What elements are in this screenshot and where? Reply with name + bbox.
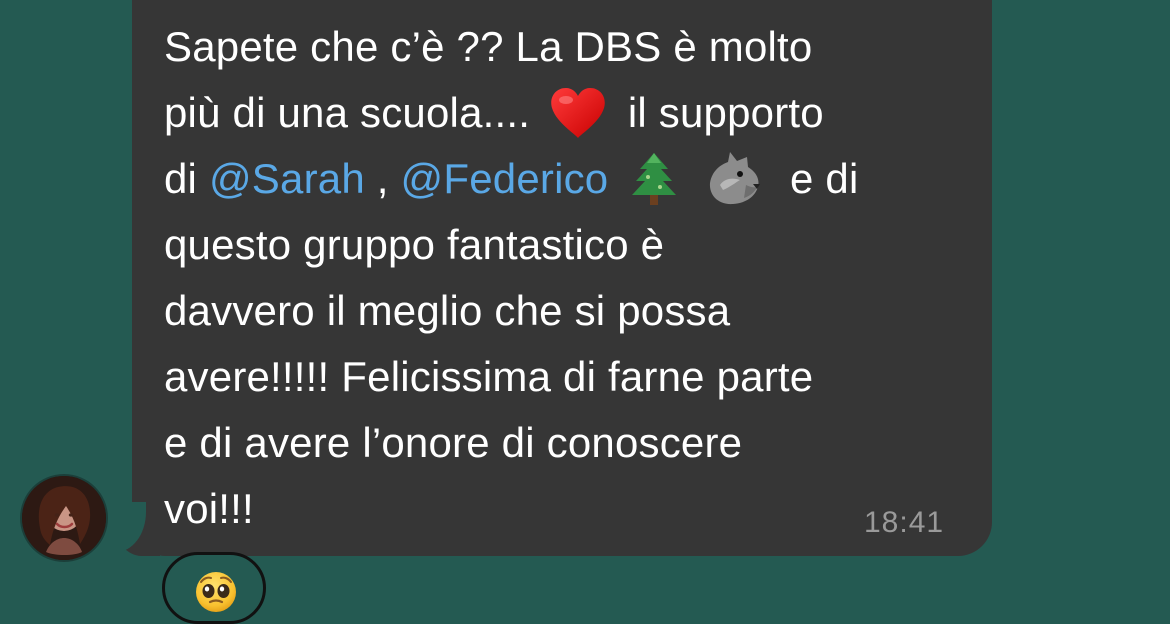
message-line-7: e di avere l’onore di conoscere <box>164 410 954 476</box>
message-text[interactable]: Sapete che c’è ?? La DBS è molto più di … <box>164 14 954 542</box>
message-line-6-text: avere!!!!! Felicissima di farne parte <box>164 353 814 400</box>
wolf-emoji <box>710 151 761 204</box>
message-line-5-text: davvero il meglio che si possa <box>164 287 731 334</box>
message-line-4-text: questo gruppo fantastico è <box>164 221 665 268</box>
message-line-8: voi!!! <box>164 476 954 542</box>
message-line-1-text: Sapete che c’è ?? La DBS è molto <box>164 23 813 70</box>
avatar-photo <box>22 476 106 560</box>
message-line-3: di @Sarah , @Federico e di <box>164 146 954 212</box>
mention-sarah[interactable]: @Sarah <box>209 155 365 202</box>
heart-emoji <box>551 87 605 138</box>
sender-avatar[interactable] <box>22 476 106 560</box>
message-line-6: avere!!!!! Felicissima di farne parte <box>164 344 954 410</box>
message-timestamp: 18:41 <box>864 506 945 539</box>
message-line-4: questo gruppo fantastico è <box>164 212 954 278</box>
message-line-7-text: e di avere l’onore di conoscere <box>164 419 743 466</box>
message-line-8-text: voi!!! <box>164 485 254 532</box>
tree-emoji <box>632 152 677 205</box>
pleading-face-emoji <box>196 572 236 612</box>
message-line-5: davvero il meglio che si possa <box>164 278 954 344</box>
message-line-2-suffix: il supporto <box>627 89 824 136</box>
message-line-2: più di una scuola.... il supporto <box>164 80 954 146</box>
message-line-3-suffix: e di <box>789 155 859 202</box>
message-line-2-prefix: più di una scuola.... <box>164 89 531 136</box>
reaction-pill[interactable] <box>162 552 266 624</box>
message-line-1: Sapete che c’è ?? La DBS è molto <box>164 14 954 80</box>
mention-federico[interactable]: @Federico <box>401 155 609 202</box>
mention-separator: , <box>376 155 389 202</box>
message-line-3-prefix: di <box>164 155 198 202</box>
